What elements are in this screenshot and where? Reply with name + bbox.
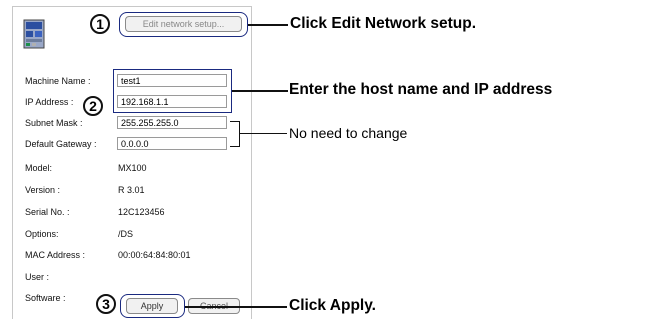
step-2-marker: 2 [83, 96, 103, 116]
subnet-mask-label: Subnet Mask : [25, 118, 83, 128]
subnet-mask-field[interactable]: 255.255.255.0 [117, 116, 227, 129]
apply-highlight [120, 294, 185, 318]
default-gateway-label: Default Gateway : [25, 139, 97, 149]
mac-address-label: MAC Address : [25, 250, 86, 260]
apply-annotation: Click Apply. [289, 297, 376, 314]
machine-name-label: Machine Name : [25, 76, 91, 86]
host-ip-highlight [113, 69, 232, 113]
default-gateway-field[interactable]: 0.0.0.0 [117, 137, 227, 150]
serial-number-value: 12C123456 [118, 207, 165, 217]
serial-number-label: Serial No. : [25, 207, 70, 217]
model-value: MX100 [118, 163, 147, 173]
step-3-marker: 3 [96, 294, 116, 314]
edit-callout-line [248, 24, 288, 26]
no-change-annotation: No need to change [289, 125, 408, 141]
version-value: R 3.01 [118, 185, 145, 195]
apply-callout-line [185, 306, 287, 308]
model-label: Model: [25, 163, 53, 173]
network-module-icon [23, 19, 45, 49]
version-label: Version : [25, 185, 61, 195]
edit-annotation: Click Edit Network setup. [290, 15, 477, 32]
mac-address-value: 00:00:64:84:80:01 [118, 250, 191, 260]
options-value: /DS [118, 229, 134, 239]
options-label: Options: [25, 229, 59, 239]
software-label: Software : [25, 293, 66, 303]
no-change-callout-line [240, 133, 287, 135]
host-ip-callout-line [232, 90, 288, 92]
user-label: User : [25, 272, 50, 282]
edit-button-highlight [119, 12, 248, 37]
host-ip-annotation: Enter the host name and IP address [289, 81, 553, 98]
ip-address-label: IP Address : [25, 97, 74, 107]
step-1-marker: 1 [90, 14, 110, 34]
bracket-bottom [230, 146, 240, 148]
